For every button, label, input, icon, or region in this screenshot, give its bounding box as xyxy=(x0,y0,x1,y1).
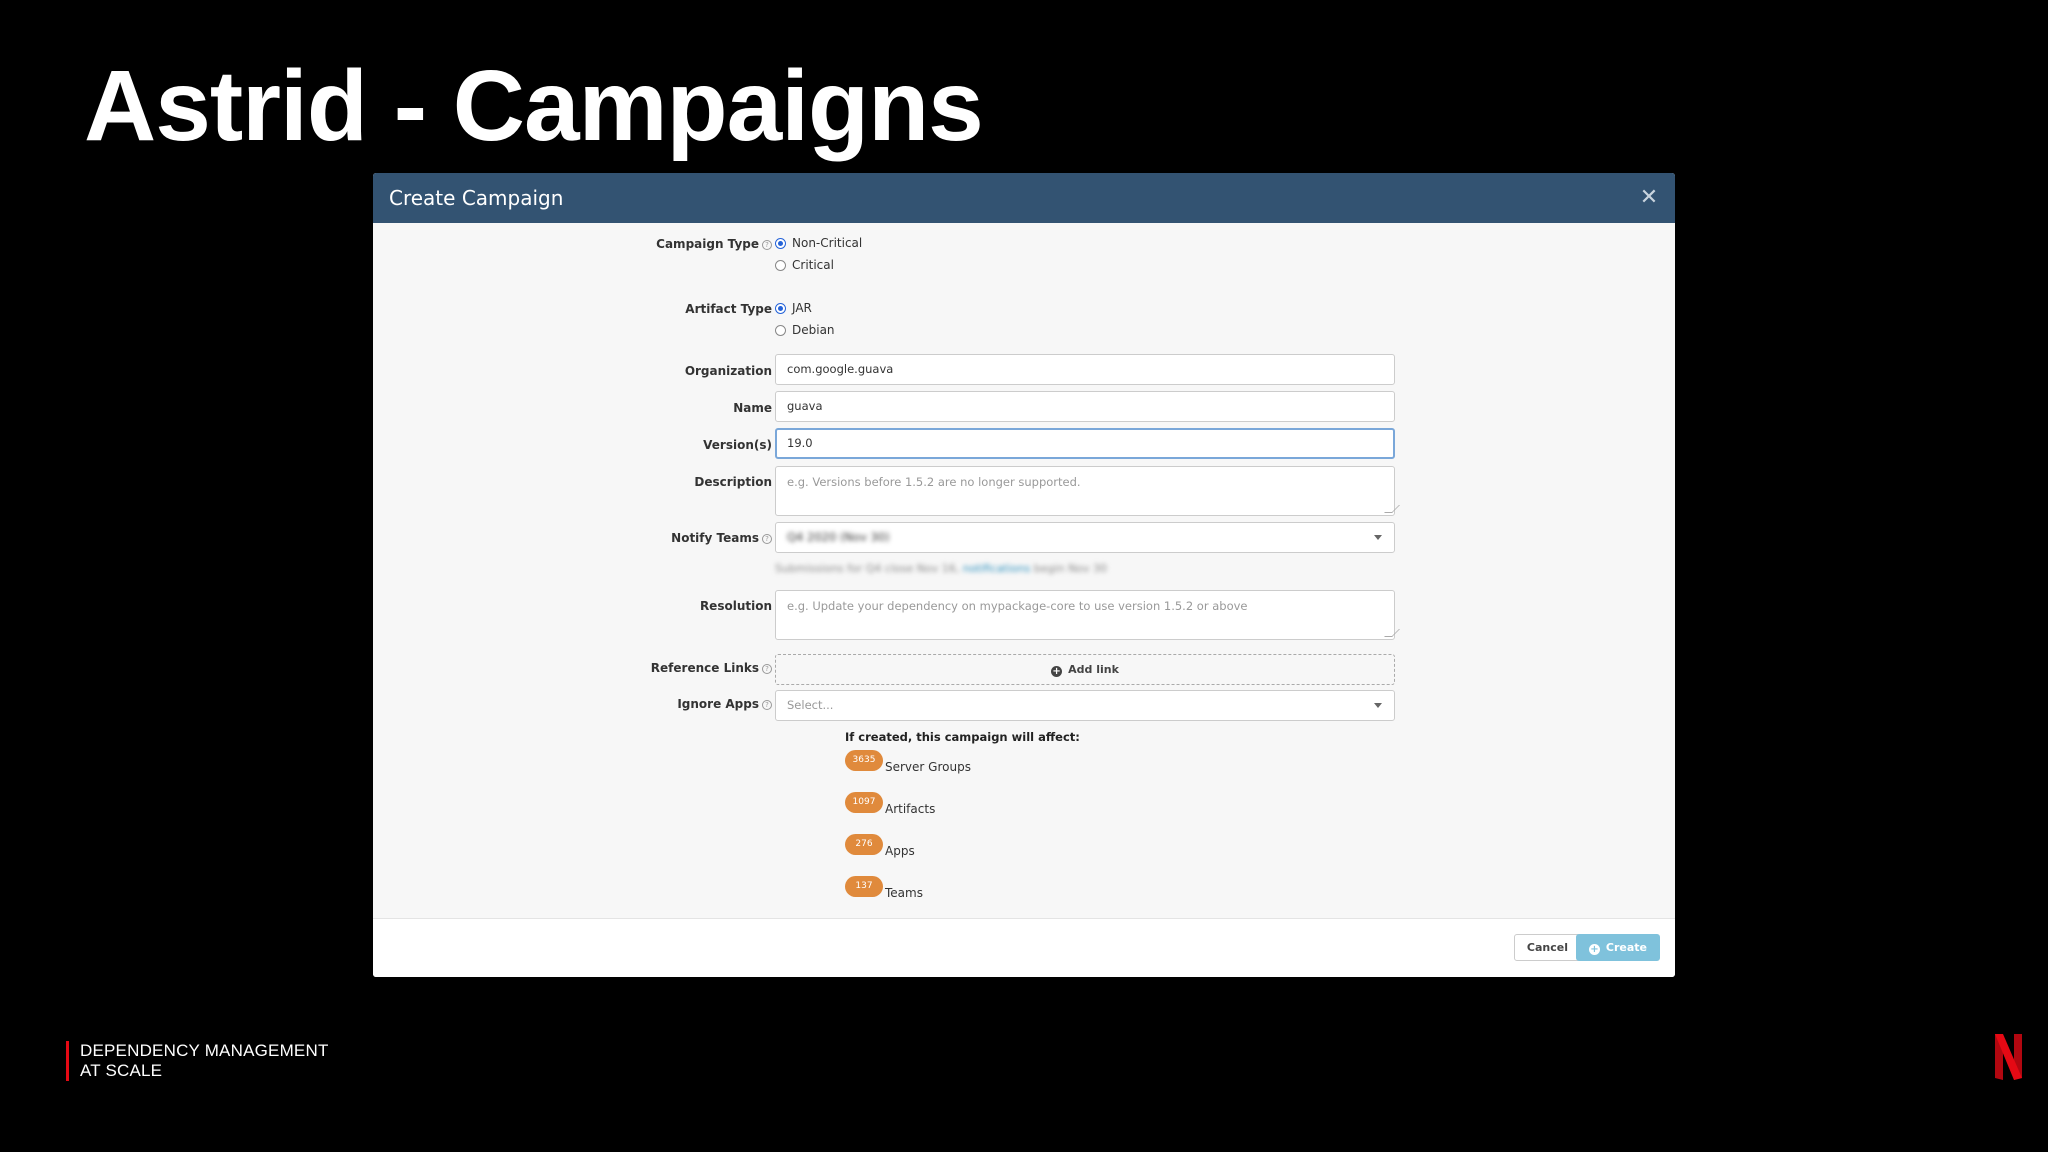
notify-teams-hint: Submissions for Q4 close Nov 16, notific… xyxy=(775,562,1107,575)
radio-label: JAR xyxy=(792,301,812,315)
description-label: Description xyxy=(694,475,772,489)
close-icon[interactable]: ✕ xyxy=(1637,185,1661,209)
resize-grip-icon[interactable] xyxy=(1384,629,1400,637)
netflix-n-logo-icon xyxy=(1995,1034,2022,1080)
stat-label: Server Groups xyxy=(885,760,971,774)
footer-line: AT SCALE xyxy=(80,1061,163,1080)
name-input[interactable]: guava xyxy=(775,391,1395,422)
stat-label: Artifacts xyxy=(885,802,936,816)
radio-label: Critical xyxy=(792,258,834,272)
radio-jar[interactable]: JAR xyxy=(775,301,812,315)
radio-label: Non-Critical xyxy=(792,236,863,250)
count-badge: 1097 xyxy=(845,792,883,813)
stat-apps: 276 Apps xyxy=(845,834,915,858)
plus-circle-icon: + xyxy=(1051,666,1063,677)
resolution-label: Resolution xyxy=(699,599,772,613)
radio-non-critical[interactable]: Non-Critical xyxy=(775,236,862,250)
description-placeholder: e.g. Versions before 1.5.2 are no longer… xyxy=(787,475,1081,489)
ignore-apps-label: Ignore Apps? xyxy=(677,697,772,711)
slide-title: Astrid - Campaigns xyxy=(84,50,984,162)
add-link-button[interactable]: + Add link xyxy=(775,654,1395,685)
radio-debian[interactable]: Debian xyxy=(775,323,835,337)
description-textarea[interactable]: e.g. Versions before 1.5.2 are no longer… xyxy=(775,466,1400,516)
slide-footer-text: DEPENDENCY MANAGEMENT AT SCALE xyxy=(80,1041,329,1081)
ignore-apps-select[interactable]: Select... xyxy=(775,690,1395,721)
cancel-button[interactable]: Cancel xyxy=(1513,934,1581,961)
hint-text: begin Nov 30 xyxy=(1030,562,1108,575)
resolution-textarea[interactable]: e.g. Update your dependency on mypackage… xyxy=(775,590,1400,640)
notify-teams-label: Notify Teams? xyxy=(671,531,772,545)
create-button[interactable]: + Create xyxy=(1575,934,1660,961)
create-campaign-modal: Create Campaign ✕ Campaign Type? Non-Cri… xyxy=(373,173,1675,977)
name-label: Name xyxy=(733,401,772,415)
count-badge: 3635 xyxy=(845,750,883,771)
hint-text: Submissions for Q4 close Nov 16, xyxy=(775,562,963,575)
help-icon[interactable]: ? xyxy=(762,534,772,544)
notifications-link[interactable]: notifications xyxy=(963,562,1031,575)
footer-accent-bar xyxy=(66,1041,69,1081)
count-badge: 276 xyxy=(845,834,883,855)
plus-circle-icon: + xyxy=(1588,944,1600,955)
modal-header: Create Campaign ✕ xyxy=(373,173,1675,223)
radio-empty-icon[interactable] xyxy=(775,259,786,271)
stat-server-groups: 3635 Server Groups xyxy=(845,750,971,774)
chevron-down-icon[interactable] xyxy=(1374,703,1382,708)
versions-input[interactable]: 19.0 xyxy=(775,428,1395,459)
help-icon[interactable]: ? xyxy=(762,700,772,710)
organization-input[interactable]: com.google.guava xyxy=(775,354,1395,385)
footer-line: DEPENDENCY MANAGEMENT xyxy=(80,1041,329,1060)
modal-footer: Cancel + Create xyxy=(373,918,1675,977)
radio-critical[interactable]: Critical xyxy=(775,258,834,272)
add-link-label: Add link xyxy=(1068,663,1119,676)
versions-label: Version(s) xyxy=(703,438,772,452)
create-label: Create xyxy=(1605,941,1647,954)
stat-teams: 137 Teams xyxy=(845,876,923,900)
notify-teams-value: Q4 2020 (Nov 30) xyxy=(787,530,890,544)
affect-title: If created, this campaign will affect: xyxy=(845,730,1080,744)
modal-body: Campaign Type? Non-Critical Critical Art… xyxy=(373,223,1675,900)
radio-selected-icon[interactable] xyxy=(775,302,786,314)
campaign-type-label: Campaign Type? xyxy=(656,237,772,251)
stat-artifacts: 1097 Artifacts xyxy=(845,792,936,816)
count-badge: 137 xyxy=(845,876,883,897)
radio-label: Debian xyxy=(792,323,835,337)
radio-selected-icon[interactable] xyxy=(775,237,786,249)
notify-teams-select[interactable]: Q4 2020 (Nov 30) xyxy=(775,522,1395,553)
modal-title: Create Campaign xyxy=(389,186,564,210)
reference-links-label: Reference Links? xyxy=(651,661,772,675)
resize-grip-icon[interactable] xyxy=(1384,505,1400,513)
ignore-apps-placeholder: Select... xyxy=(787,698,834,712)
resolution-placeholder: e.g. Update your dependency on mypackage… xyxy=(787,599,1248,613)
help-icon[interactable]: ? xyxy=(762,240,772,250)
chevron-down-icon[interactable] xyxy=(1374,535,1382,540)
help-icon[interactable]: ? xyxy=(762,664,772,674)
stat-label: Teams xyxy=(885,886,923,900)
stat-label: Apps xyxy=(885,844,915,858)
artifact-type-label: Artifact Type xyxy=(685,302,772,316)
organization-label: Organization xyxy=(684,364,772,378)
radio-empty-icon[interactable] xyxy=(775,324,786,336)
